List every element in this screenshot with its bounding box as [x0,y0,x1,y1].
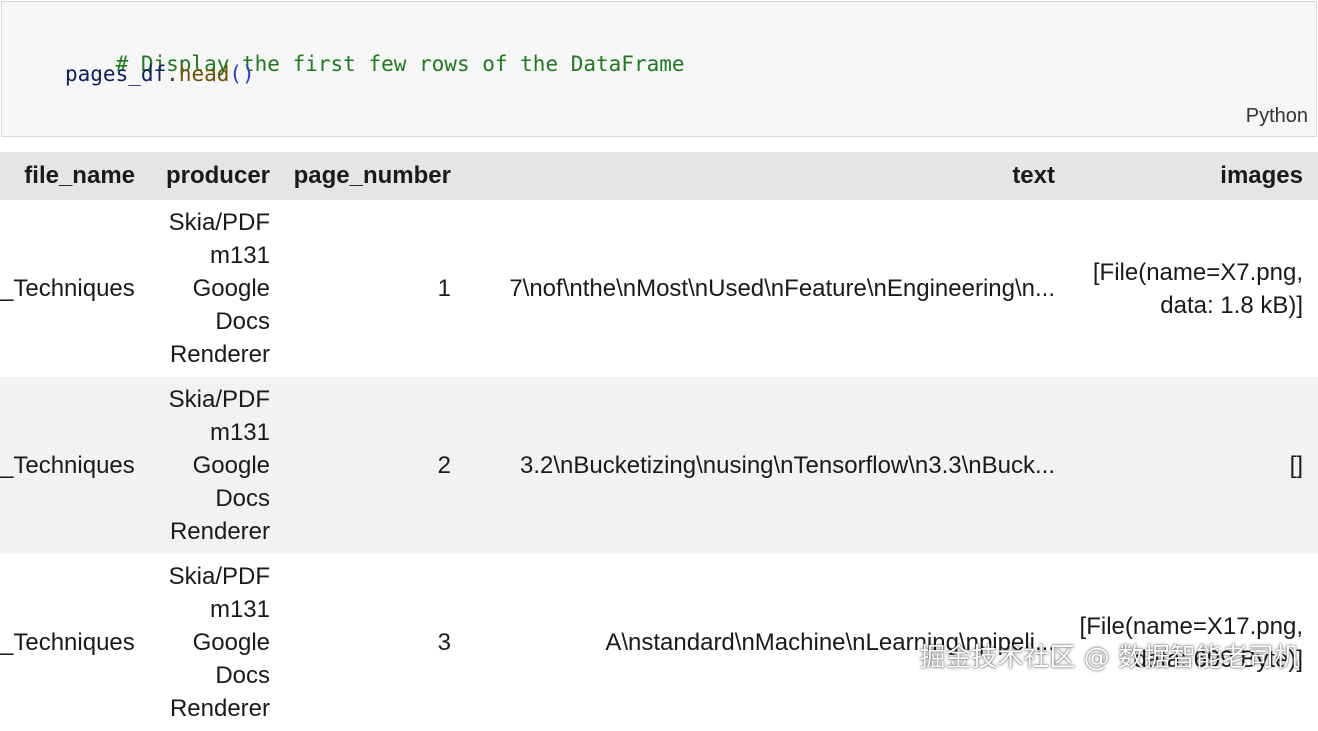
cell-file-name: _Techniques [0,377,150,554]
cell-page-number: 3 [437,629,451,656]
cell-images: [File(name=X7.png, data: 1.8 kB)] [1092,258,1303,319]
cell-images: [] [1070,377,1318,554]
code-variable: pages_df [65,62,167,86]
cell-producer: Skia/PDF m131 Google Docs Renderer [168,563,270,722]
header-page-number: page_number [285,152,466,200]
cell-page-number: 1 [437,275,451,302]
table-row: _Techniques Skia/PDF m131 Google Docs Re… [0,377,1318,554]
watermark: 掘金技术社区 @ 数据智能老司机 [919,643,1300,673]
header-text: text [466,152,1070,200]
cell-language-label[interactable]: Python [1246,105,1308,128]
cell-file-name: _Techniques [0,275,135,302]
code-parens: () [229,62,255,86]
header-images: images [1070,152,1318,200]
table-header-row: file_name producer page_number text imag… [0,152,1318,200]
code-function: head [178,62,230,86]
cell-page-number: 2 [285,377,466,554]
cell-text: 3.2\nBucketizing\nusing\nTensorflow\n3.3… [466,377,1070,554]
header-producer: producer [150,152,285,200]
code-statement-line: pages_df.head() [65,62,255,86]
cell-producer: Skia/PDF m131 Google Docs Renderer [150,377,285,554]
header-file-name: file_name [0,152,150,200]
code-dot: . [166,62,179,86]
cell-text: 7\nof\nthe\nMost\nUsed\nFeature\nEnginee… [509,275,1055,302]
cell-file-name: _Techniques [0,629,135,656]
code-cell[interactable]: # Display the first few rows of the Data… [1,1,1317,137]
table-row: _Techniques Skia/PDF m131 Google Docs Re… [0,200,1318,377]
cell-producer: Skia/PDF m131 Google Docs Renderer [168,209,270,368]
